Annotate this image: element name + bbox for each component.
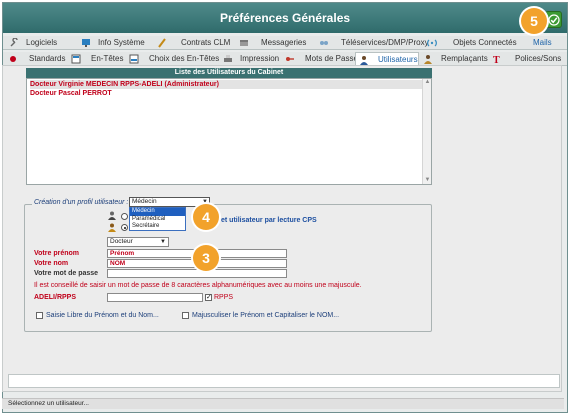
profile-type-options[interactable]: Médecin Paramédical Secrétaire [129, 207, 186, 231]
user-icon [360, 56, 368, 65]
tab-row-sub: Standards En-Têtes Choix des En-Têtes Im… [3, 52, 567, 66]
profile-creation-legend: Création d'un profil utilisateur : [32, 199, 131, 206]
cps-person-icon [108, 223, 116, 232]
person-icon [108, 211, 116, 220]
cps-label: et utilisateur par lecture CPS [221, 217, 317, 224]
radio-manual-profile[interactable] [121, 213, 128, 220]
validate-button[interactable] [545, 11, 562, 28]
password-label: Votre mot de passe [34, 270, 99, 277]
option-medecin[interactable]: Médecin [130, 208, 185, 216]
tab-label: Logiciels [26, 38, 58, 47]
scroll-up-icon[interactable]: ▲ [424, 79, 431, 86]
radio-cps-profile[interactable] [121, 224, 128, 231]
status-bar: Sélectionnez un utilisateur... [2, 398, 564, 409]
free-entry-label: Saisie Libre du Prénom et du Nom... [46, 312, 159, 319]
option-secretaire[interactable]: Secrétaire [130, 223, 185, 231]
tab-label: Téléservices/DMP/Proxy [341, 38, 429, 47]
red-dot-icon [10, 56, 16, 62]
font-icon: T [493, 55, 500, 64]
title-bar: Préférences Générales [3, 3, 567, 33]
tab-utilisateurs[interactable]: Utilisateurs [355, 52, 419, 66]
key-icon [286, 57, 294, 61]
wrench-icon [10, 38, 18, 47]
replacement-icon [424, 55, 432, 64]
profile-type-value: Médecin [132, 198, 157, 205]
password-field[interactable] [107, 269, 287, 278]
tab-label: Polices/Sons [515, 54, 562, 63]
step-badge-5: 5 [521, 8, 547, 34]
monitor-icon [82, 39, 90, 47]
tab-label: Contrats CLM [181, 38, 231, 47]
rpps-label: RPPS [214, 294, 234, 301]
list-item[interactable]: Docteur Virginie MEDECIN RPPS-ADELI (Adm… [30, 80, 422, 89]
pen-icon [158, 38, 166, 48]
tab-label: Mots de Passe [305, 54, 358, 63]
rpps-checkbox[interactable] [205, 293, 212, 301]
list-item[interactable]: Docteur Pascal PERROT [30, 89, 422, 98]
option-paramedical[interactable]: Paramédical [130, 216, 185, 224]
capitalize-label: Majusculiser le Prénom et Capitaliser le… [192, 312, 340, 319]
tab-label: Mails [533, 38, 552, 47]
header-icon [71, 54, 81, 64]
civility-value: Docteur [110, 238, 133, 245]
list-scrollbar[interactable]: ▲ ▼ [422, 79, 431, 184]
users-list[interactable]: Docteur Virginie MEDECIN RPPS-ADELI (Adm… [26, 78, 432, 185]
step-badge-4: 4 [193, 204, 219, 230]
tab-label: Remplaçants [441, 54, 488, 63]
mailbox-icon [240, 40, 248, 46]
civility-select[interactable]: Docteur ▼ [107, 237, 169, 247]
tab-label: Impression [240, 54, 280, 63]
firstname-label: Votre prénom [34, 250, 79, 257]
free-entry-checkbox[interactable] [36, 312, 43, 319]
printer-icon [224, 55, 232, 62]
svg-text:T: T [493, 55, 500, 64]
tab-label: Messageries [261, 38, 307, 47]
password-hint: Il est conseillé de saisir un mot de pas… [34, 282, 362, 289]
lastname-label: Votre nom [34, 260, 69, 267]
tab-label: Standards [29, 54, 66, 63]
tab-label: Objets Connectés [453, 38, 517, 47]
tab-row-main: Logiciels Info Système Contrats CLM Mess… [3, 36, 567, 50]
step-badge-3: 3 [193, 245, 219, 271]
scroll-down-icon[interactable]: ▼ [424, 177, 431, 184]
bottom-input-bar [8, 374, 560, 388]
adeli-label: ADELI/RPPS [34, 294, 77, 301]
header-choice-icon [129, 54, 139, 64]
window-title: Préférences Générales [219, 11, 351, 25]
status-text: Sélectionnez un utilisateur... [8, 400, 89, 407]
check-icon [548, 14, 560, 26]
tab-label: Info Système [98, 38, 145, 47]
adeli-field[interactable] [107, 293, 203, 302]
tab-label: Choix des En-Têtes [149, 54, 220, 63]
capitalize-checkbox[interactable] [182, 312, 189, 319]
users-list-header: Liste des Utilisateurs du Cabinet [26, 68, 432, 78]
chevron-down-icon: ▼ [160, 239, 166, 245]
tab-label: En-Têtes [91, 54, 124, 63]
signal-icon [427, 39, 437, 47]
network-icon [320, 41, 328, 45]
